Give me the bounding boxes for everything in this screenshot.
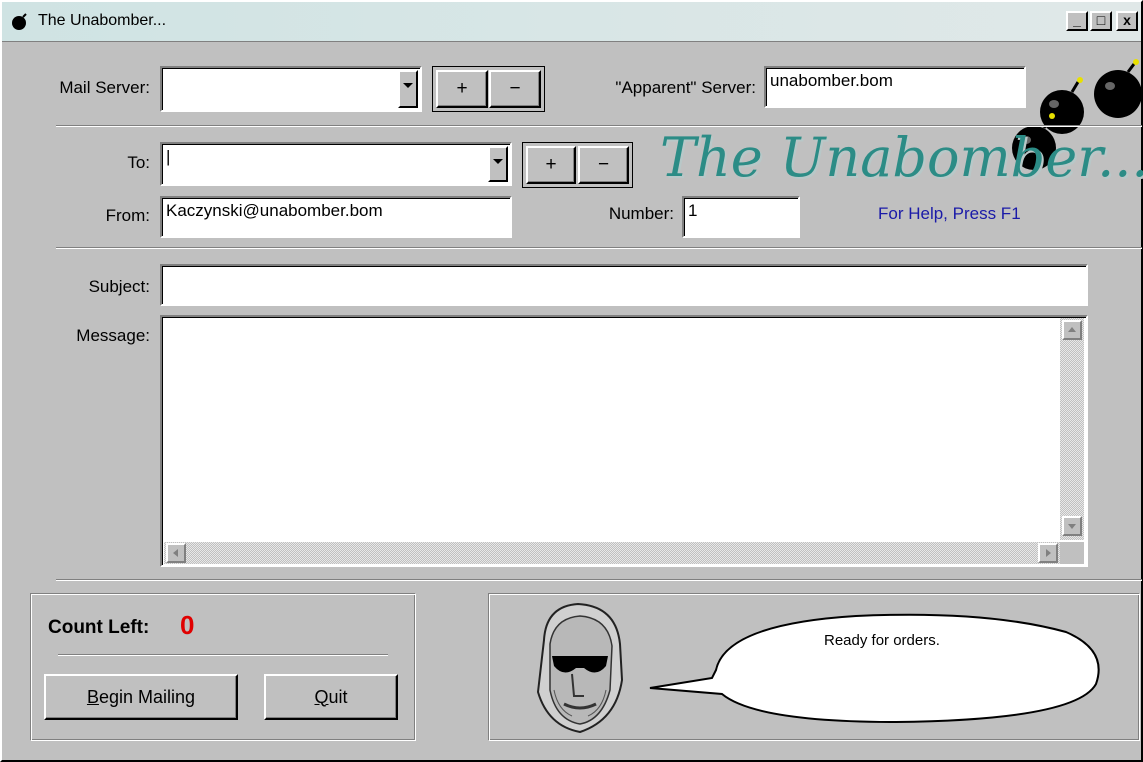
message-label: Message: [76, 326, 150, 345]
begin-mailing-label: Begin Mailing [86, 686, 196, 707]
number-value: 1 [688, 201, 698, 220]
apparent-server-label: "Apparent" Server: [615, 78, 756, 97]
mail-server-label: Mail Server: [59, 78, 150, 97]
scroll-left-icon[interactable] [166, 543, 186, 563]
add-recipient-button[interactable]: + [526, 146, 576, 184]
add-server-label: + [456, 78, 468, 99]
mail-server-combo[interactable] [160, 66, 422, 112]
from-input[interactable]: Kaczynski@unabomber.bom [160, 196, 512, 238]
scroll-up-icon[interactable] [1062, 320, 1082, 340]
maximize-button[interactable]: □ [1090, 11, 1112, 31]
quit-button[interactable]: Quit [264, 674, 398, 720]
from-value: Kaczynski@unabomber.bom [166, 201, 383, 220]
apparent-server-input[interactable]: unabomber.bom [764, 66, 1026, 108]
begin-mailing-button[interactable]: Begin Mailing [44, 674, 238, 720]
apparent-server-value: unabomber.bom [770, 71, 893, 90]
main-window: The Unabomber... _ □ x Mail Server: + − … [0, 0, 1143, 762]
remove-server-button[interactable]: − [489, 70, 541, 108]
number-label: Number: [608, 204, 674, 223]
app-logo: The Unabomber... [660, 126, 1143, 189]
separator [58, 654, 388, 656]
from-label: From: [105, 206, 150, 225]
remove-recipient-button[interactable]: − [578, 146, 629, 184]
message-textarea[interactable] [160, 315, 1088, 567]
scroll-right-icon[interactable] [1038, 543, 1058, 563]
remove-recipient-label: − [597, 154, 610, 175]
window-title: The Unabomber... [38, 12, 167, 29]
add-recipient-label: + [545, 154, 557, 175]
number-input[interactable]: 1 [682, 196, 800, 238]
quit-label: Quit [314, 686, 348, 707]
count-left-value: 0 [180, 610, 195, 640]
scroll-down-icon[interactable] [1062, 516, 1082, 536]
scrollbar-corner [1060, 542, 1084, 564]
chevron-down-icon[interactable] [488, 146, 508, 182]
title-bar[interactable]: The Unabomber... _ □ x [2, 2, 1141, 42]
suspect-sketch-icon [536, 602, 624, 734]
to-label: To: [127, 153, 150, 172]
subject-label: Subject: [88, 277, 150, 296]
to-value: | [166, 147, 171, 166]
speech-bubble [649, 613, 1100, 724]
close-button[interactable]: x [1116, 11, 1138, 31]
minimize-button[interactable]: _ [1066, 11, 1088, 31]
subject-input[interactable] [160, 264, 1088, 306]
help-hint: For Help, Press F1 [878, 204, 1021, 223]
remove-server-label: − [509, 78, 521, 99]
speech-text: Ready for orders. [824, 632, 940, 649]
chevron-down-icon[interactable] [398, 70, 418, 108]
minimize-icon: _ [1073, 12, 1081, 28]
horizontal-scrollbar[interactable] [164, 542, 1060, 564]
bomb-icon [12, 13, 27, 30]
maximize-icon: □ [1096, 12, 1106, 28]
close-icon: x [1123, 12, 1131, 28]
separator [56, 579, 1142, 581]
vertical-scrollbar[interactable] [1060, 318, 1084, 540]
separator [56, 247, 1142, 249]
add-server-button[interactable]: + [436, 70, 488, 108]
to-combo[interactable]: | [160, 142, 512, 186]
count-left-label: Count Left: [48, 617, 150, 638]
